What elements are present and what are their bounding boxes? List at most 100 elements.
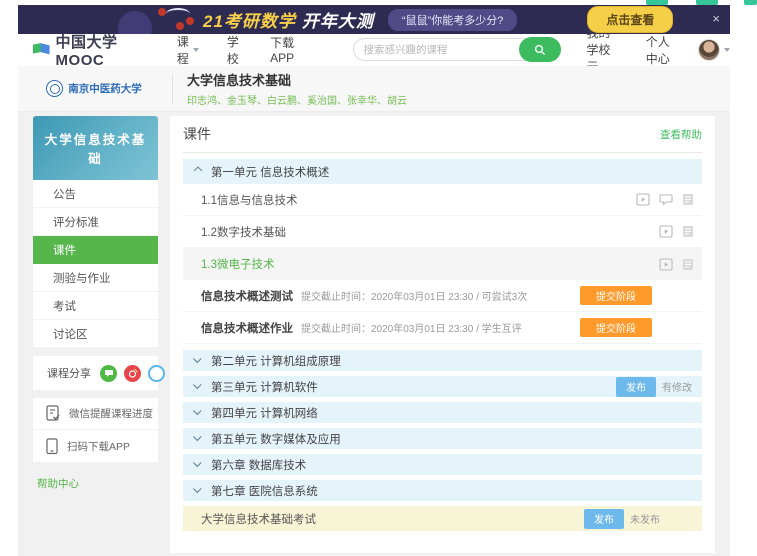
search-bar bbox=[353, 37, 561, 62]
lesson-icons bbox=[659, 225, 694, 238]
document-icon[interactable] bbox=[682, 225, 694, 238]
unit-label: 第二单元 计算机组成原理 bbox=[211, 353, 341, 369]
course-info: 大学信息技术基础 印志鸿、金玉琴、白云鹏、奚治国、张幸华、胡云 bbox=[187, 70, 407, 107]
chevron-down-icon bbox=[193, 432, 201, 440]
discussion-icon[interactable] bbox=[659, 193, 673, 206]
qq-share-icon[interactable] bbox=[148, 365, 165, 382]
chevron-down-icon bbox=[193, 406, 201, 414]
lesson-title: 1.3微电子技术 bbox=[201, 256, 275, 272]
homework-deadline: 提交截止时间：2020年03月01日 23:30 / 学生互评 bbox=[301, 320, 522, 335]
document-icon[interactable] bbox=[682, 258, 694, 271]
school-logo[interactable]: 南京中医药大学 bbox=[18, 80, 170, 97]
search-input[interactable] bbox=[353, 38, 531, 61]
unit-header-6[interactable]: 第六章 数据库技术 bbox=[183, 454, 702, 475]
personal-center-link[interactable]: 个人中心 bbox=[646, 33, 674, 67]
sidebar-item-quizzes[interactable]: 测验与作业 bbox=[33, 264, 158, 292]
unit-header-7[interactable]: 第七章 医院信息系统 bbox=[183, 480, 702, 501]
search-icon bbox=[534, 44, 546, 56]
lesson-row-1-3[interactable]: 1.3微电子技术 bbox=[183, 248, 702, 280]
sidebar-tools: 微信提醒课程进度 扫码下载APP bbox=[33, 398, 158, 462]
course-title: 大学信息技术基础 bbox=[187, 70, 407, 89]
unit-header-4[interactable]: 第四单元 计算机网络 bbox=[183, 402, 702, 423]
nav-item-schools[interactable]: 学校 bbox=[227, 33, 242, 67]
wechat-reminder-row[interactable]: 微信提醒课程进度 bbox=[33, 398, 158, 430]
unit-label: 第七章 医院信息系统 bbox=[211, 483, 318, 499]
course-teachers[interactable]: 印志鸿、金玉琴、白云鹏、奚治国、张幸华、胡云 bbox=[187, 92, 407, 107]
lesson-row-1-1[interactable]: 1.1信息与信息技术 bbox=[183, 184, 702, 216]
sidebar-item-discussion[interactable]: 讨论区 bbox=[33, 320, 158, 348]
chevron-down-icon bbox=[193, 48, 199, 52]
wechat-share-icon[interactable] bbox=[100, 365, 117, 382]
lesson-title: 1.1信息与信息技术 bbox=[201, 192, 298, 208]
sidebar: 大学信息技术基础 公告 评分标准 课件 测验与作业 考试 讨论区 课程分享 bbox=[33, 116, 158, 491]
nav-item-download-app[interactable]: 下载APP bbox=[270, 34, 300, 65]
video-play-icon[interactable] bbox=[659, 258, 673, 271]
modified-note: 有修改 bbox=[662, 379, 692, 394]
mooc-flag-icon bbox=[33, 41, 50, 58]
search-button[interactable] bbox=[519, 37, 561, 62]
unit-header-5[interactable]: 第五单元 数字媒体及应用 bbox=[183, 428, 702, 449]
page-title: 课件 bbox=[183, 124, 211, 144]
lesson-title: 1.2数字技术基础 bbox=[201, 224, 286, 240]
chevron-down-icon bbox=[724, 48, 730, 52]
unit-header-3[interactable]: 第三单元 计算机软件 发布 有修改 bbox=[183, 376, 702, 397]
test-phase-tag[interactable]: 提交阶段 bbox=[580, 286, 652, 305]
view-help-link[interactable]: 查看帮助 bbox=[660, 127, 702, 142]
nav-links: 课程 学校 下载APP bbox=[177, 33, 301, 67]
test-row[interactable]: 信息技术概述测试 提交截止时间：2020年03月01日 23:30 / 可尝试3… bbox=[183, 280, 702, 312]
nav-item-courses[interactable]: 课程 bbox=[177, 33, 199, 67]
wechat-reminder-label: 微信提醒课程进度 bbox=[69, 406, 153, 421]
user-menu[interactable] bbox=[698, 39, 730, 61]
sidebar-item-announcements[interactable]: 公告 bbox=[33, 180, 158, 208]
video-play-icon[interactable] bbox=[659, 225, 673, 238]
course-banner: 大学信息技术基础 bbox=[33, 116, 158, 180]
promo-cta-button[interactable]: 点击查看 bbox=[587, 6, 673, 33]
weibo-share-icon[interactable] bbox=[124, 365, 141, 382]
chevron-down-icon bbox=[193, 458, 201, 466]
unpublished-note: 未发布 bbox=[630, 511, 660, 526]
screen: 21考研数学开年大测 “鼠鼠”你能考多少分? 点击查看 × 中国大学MOOC 课… bbox=[0, 0, 757, 556]
final-exam-row[interactable]: 大学信息技术基础考试 发布 未发布 bbox=[183, 506, 702, 531]
chevron-down-icon bbox=[193, 484, 201, 492]
panel-header: 课件 查看帮助 bbox=[183, 116, 702, 153]
scan-app-label: 扫码下载APP bbox=[67, 439, 130, 454]
unit-label: 第三单元 计算机软件 bbox=[211, 379, 318, 395]
video-play-icon[interactable] bbox=[636, 193, 650, 206]
avatar[interactable] bbox=[698, 39, 720, 61]
phone-icon bbox=[45, 438, 59, 455]
unit-label: 第四单元 计算机网络 bbox=[211, 405, 318, 421]
homework-row[interactable]: 信息技术概述作业 提交截止时间：2020年03月01日 23:30 / 学生互评… bbox=[183, 312, 702, 344]
banner-close-icon[interactable]: × bbox=[712, 11, 720, 26]
promo-subtitle: “鼠鼠”你能考多少分? bbox=[388, 9, 517, 31]
sidebar-item-exams[interactable]: 考试 bbox=[33, 292, 158, 320]
course-share-card: 课程分享 bbox=[33, 356, 158, 390]
unit-label: 第五单元 数字媒体及应用 bbox=[211, 431, 341, 447]
cherry-decoration-icon bbox=[158, 8, 198, 30]
school-emblem-icon bbox=[46, 80, 63, 97]
lesson-icons bbox=[659, 258, 694, 271]
publish-button[interactable]: 发布 bbox=[584, 509, 624, 529]
sidebar-item-grading[interactable]: 评分标准 bbox=[33, 208, 158, 236]
share-label: 课程分享 bbox=[47, 365, 91, 381]
homework-phase-tag[interactable]: 提交阶段 bbox=[580, 318, 652, 337]
sidebar-menu: 公告 评分标准 课件 测验与作业 考试 讨论区 bbox=[33, 180, 158, 348]
brand-logo[interactable]: 中国大学MOOC bbox=[33, 31, 139, 69]
unit-header-1[interactable]: 第一单元 信息技术概述 bbox=[183, 159, 702, 184]
scan-app-row[interactable]: 扫码下载APP bbox=[33, 430, 158, 462]
divider bbox=[172, 74, 173, 104]
unit-header-2[interactable]: 第二单元 计算机组成原理 bbox=[183, 350, 702, 371]
help-center-link[interactable]: 帮助中心 bbox=[33, 476, 158, 491]
homework-title[interactable]: 信息技术概述作业 bbox=[201, 320, 293, 336]
exam-actions: 发布 未发布 bbox=[584, 509, 660, 529]
chevron-down-icon bbox=[193, 354, 201, 362]
test-deadline: 提交截止时间：2020年03月01日 23:30 / 可尝试3次 bbox=[301, 288, 527, 303]
unit-label: 第一单元 信息技术概述 bbox=[211, 164, 329, 180]
publish-button[interactable]: 发布 bbox=[616, 377, 656, 397]
test-title[interactable]: 信息技术概述测试 bbox=[201, 288, 293, 304]
checklist-icon bbox=[45, 405, 61, 422]
sidebar-item-courseware[interactable]: 课件 bbox=[33, 236, 158, 264]
course-header: 南京中医药大学 大学信息技术基础 印志鸿、金玉琴、白云鹏、奚治国、张幸华、胡云 bbox=[18, 66, 730, 112]
document-icon[interactable] bbox=[682, 193, 694, 206]
window-control[interactable] bbox=[744, 0, 757, 5]
lesson-row-1-2[interactable]: 1.2数字技术基础 bbox=[183, 216, 702, 248]
